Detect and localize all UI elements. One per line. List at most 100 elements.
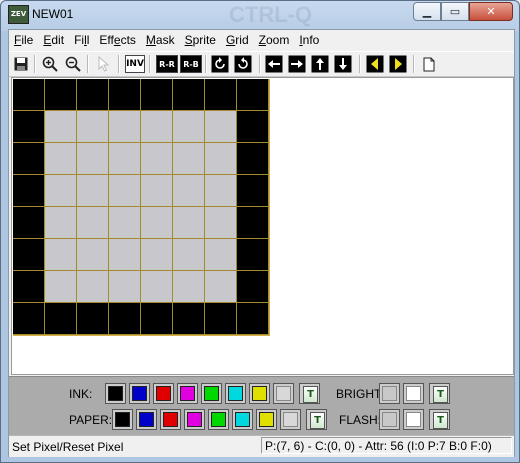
new-page-button[interactable] [420, 55, 438, 73]
pointer-button[interactable] [95, 55, 113, 73]
sprite-pixel[interactable] [13, 271, 45, 303]
reflect-vertical-button[interactable]: R-B [180, 55, 202, 73]
sprite-pixel[interactable] [237, 175, 269, 207]
sprite-pixel[interactable] [237, 239, 269, 271]
sprite-pixel[interactable] [237, 143, 269, 175]
ink-color-swatch[interactable] [273, 383, 294, 404]
sprite-pixel[interactable] [77, 111, 109, 143]
previous-frame-button[interactable] [366, 55, 384, 73]
menu-item-info[interactable]: Info [294, 30, 324, 50]
bright-transparent-swatch[interactable]: T [429, 383, 450, 404]
save-button[interactable] [12, 55, 30, 73]
sprite-pixel[interactable] [109, 143, 141, 175]
sprite-pixel[interactable] [205, 239, 237, 271]
minimize-button[interactable]: ▁ [413, 2, 441, 21]
sprite-pixel-grid[interactable] [13, 79, 270, 336]
shift-up-button[interactable] [311, 55, 329, 73]
sprite-pixel[interactable] [13, 207, 45, 239]
sprite-pixel[interactable] [205, 111, 237, 143]
ink-color-swatch[interactable] [177, 383, 198, 404]
menu-item-fill[interactable]: Fill [69, 30, 94, 50]
menu-item-mask[interactable]: Mask [141, 30, 180, 50]
sprite-pixel[interactable] [45, 79, 77, 111]
sprite-pixel[interactable] [141, 79, 173, 111]
sprite-pixel[interactable] [77, 143, 109, 175]
sprite-pixel[interactable] [13, 79, 45, 111]
sprite-pixel[interactable] [77, 271, 109, 303]
sprite-pixel[interactable] [13, 175, 45, 207]
app-icon[interactable]: ZEV [8, 5, 29, 24]
sprite-pixel[interactable] [109, 271, 141, 303]
sprite-canvas-area[interactable] [11, 77, 514, 375]
sprite-pixel[interactable] [109, 111, 141, 143]
sprite-pixel[interactable] [77, 207, 109, 239]
sprite-pixel[interactable] [109, 239, 141, 271]
sprite-pixel[interactable] [237, 111, 269, 143]
sprite-pixel[interactable] [141, 111, 173, 143]
sprite-pixel[interactable] [45, 111, 77, 143]
sprite-pixel[interactable] [173, 111, 205, 143]
next-frame-button[interactable] [389, 55, 407, 73]
invert-button[interactable]: INV [125, 55, 145, 73]
sprite-pixel[interactable] [173, 207, 205, 239]
menu-item-grid[interactable]: Grid [221, 30, 254, 50]
sprite-pixel[interactable] [205, 175, 237, 207]
sprite-pixel[interactable] [77, 239, 109, 271]
sprite-pixel[interactable] [173, 175, 205, 207]
zoom-out-button[interactable] [64, 55, 82, 73]
sprite-pixel[interactable] [237, 303, 269, 335]
sprite-pixel[interactable] [173, 79, 205, 111]
sprite-pixel[interactable] [141, 303, 173, 335]
zoom-in-button[interactable] [41, 55, 59, 73]
sprite-pixel[interactable] [13, 143, 45, 175]
sprite-pixel[interactable] [45, 143, 77, 175]
sprite-pixel[interactable] [141, 207, 173, 239]
sprite-pixel[interactable] [173, 143, 205, 175]
title-bar[interactable]: ZEV NEW01 CTRL-Q ▁ ▭ ✕ [1, 1, 519, 28]
ink-color-swatch[interactable] [201, 383, 222, 404]
flash-on-swatch[interactable] [403, 409, 424, 430]
close-button[interactable]: ✕ [469, 2, 513, 21]
maximize-button[interactable]: ▭ [441, 2, 469, 21]
sprite-pixel[interactable] [237, 207, 269, 239]
flash-transparent-swatch[interactable]: T [429, 409, 450, 430]
sprite-pixel[interactable] [173, 271, 205, 303]
sprite-pixel[interactable] [205, 303, 237, 335]
sprite-pixel[interactable] [13, 111, 45, 143]
sprite-pixel[interactable] [205, 143, 237, 175]
sprite-pixel[interactable] [141, 271, 173, 303]
bright-on-swatch[interactable] [403, 383, 424, 404]
sprite-pixel[interactable] [109, 303, 141, 335]
sprite-pixel[interactable] [205, 271, 237, 303]
menu-item-effects[interactable]: Effects [94, 30, 141, 50]
sprite-pixel[interactable] [45, 271, 77, 303]
sprite-pixel[interactable] [109, 79, 141, 111]
paper-color-swatch[interactable] [232, 409, 253, 430]
menu-item-zoom[interactable]: Zoom [254, 30, 295, 50]
sprite-pixel[interactable] [13, 303, 45, 335]
sprite-pixel[interactable] [205, 79, 237, 111]
shift-right-button[interactable] [288, 55, 306, 73]
sprite-pixel[interactable] [237, 271, 269, 303]
flash-off-swatch[interactable] [379, 409, 400, 430]
bright-off-swatch[interactable] [379, 383, 400, 404]
rotate-cw-button[interactable] [234, 55, 252, 73]
shift-left-button[interactable] [265, 55, 283, 73]
ink-color-swatch[interactable] [105, 383, 126, 404]
sprite-pixel[interactable] [205, 207, 237, 239]
sprite-pixel[interactable] [45, 207, 77, 239]
ink-color-swatch[interactable] [153, 383, 174, 404]
sprite-pixel[interactable] [45, 239, 77, 271]
sprite-pixel[interactable] [109, 175, 141, 207]
sprite-pixel[interactable] [77, 175, 109, 207]
sprite-pixel[interactable] [77, 303, 109, 335]
sprite-pixel[interactable] [141, 239, 173, 271]
ink-color-swatch[interactable] [129, 383, 150, 404]
ink-color-swatch[interactable] [249, 383, 270, 404]
paper-color-swatch[interactable] [256, 409, 277, 430]
paper-color-swatch[interactable] [184, 409, 205, 430]
paper-color-swatch[interactable] [112, 409, 133, 430]
paper-color-swatch[interactable] [160, 409, 181, 430]
paper-color-swatch[interactable] [208, 409, 229, 430]
menu-item-file[interactable]: File [9, 30, 38, 50]
